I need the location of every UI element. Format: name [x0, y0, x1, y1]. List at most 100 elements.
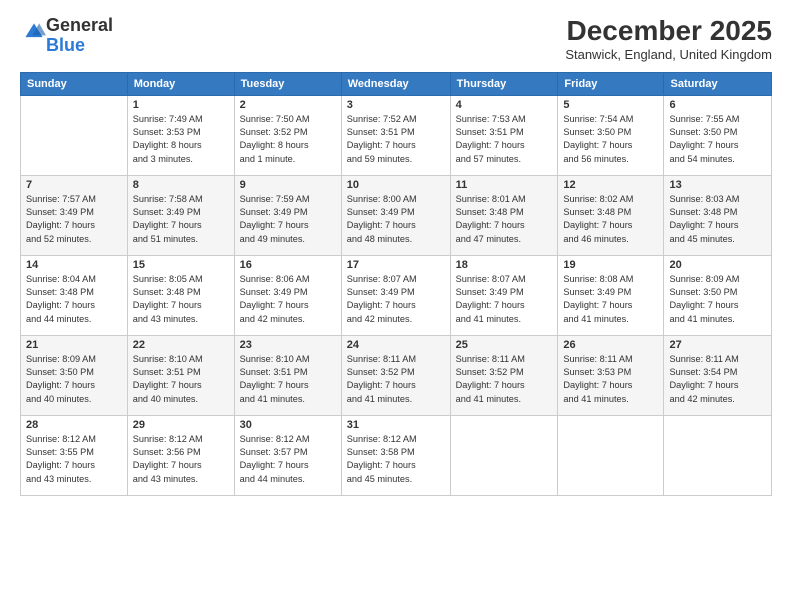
day-number: 13: [669, 179, 766, 191]
logo-icon: [22, 20, 46, 44]
day-info: Sunrise: 8:06 AMSunset: 3:49 PMDaylight:…: [240, 273, 336, 326]
calendar-cell: 5Sunrise: 7:54 AMSunset: 3:50 PMDaylight…: [558, 95, 664, 175]
calendar-cell: 16 Sunrise: 8:06 AMSunset: 3:49 PMDayligh…: [234, 255, 341, 335]
calendar-cell: 13 Sunrise: 8:03 AMSunset: 3:48 PMDayligh…: [664, 175, 772, 255]
day-number: 16: [240, 259, 336, 271]
day-number: 30: [240, 419, 336, 431]
col-monday: Monday: [127, 72, 234, 95]
day-number: 19: [563, 259, 658, 271]
day-info: Sunrise: 7:54 AMSunset: 3:50 PMDaylight:…: [563, 113, 658, 166]
day-number: 6: [669, 99, 766, 111]
day-info: Sunrise: 8:07 AMSunset: 3:49 PMDaylight:…: [456, 273, 553, 326]
calendar-header-row: Sunday Monday Tuesday Wednesday Thursday…: [21, 72, 772, 95]
calendar-cell: 8 Sunrise: 7:58 AMSunset: 3:49 PMDaylight…: [127, 175, 234, 255]
calendar-cell: 9 Sunrise: 7:59 AMSunset: 3:49 PMDaylight…: [234, 175, 341, 255]
day-info: Sunrise: 8:09 AMSunset: 3:50 PMDaylight:…: [26, 353, 122, 406]
day-info: Sunrise: 8:03 AMSunset: 3:48 PMDaylight:…: [669, 193, 766, 246]
calendar-cell: 12Sunrise: 8:02 AMSunset: 3:48 PMDayligh…: [558, 175, 664, 255]
day-number: 3: [347, 99, 445, 111]
day-number: 2: [240, 99, 336, 111]
col-saturday: Saturday: [664, 72, 772, 95]
day-info: Sunrise: 8:01 AMSunset: 3:48 PMDaylight:…: [456, 193, 553, 246]
day-number: 29: [133, 419, 229, 431]
col-friday: Friday: [558, 72, 664, 95]
day-info: Sunrise: 8:07 AMSunset: 3:49 PMDaylight:…: [347, 273, 445, 326]
day-info: Sunrise: 7:58 AMSunset: 3:49 PMDaylight:…: [133, 193, 229, 246]
day-number: 10: [347, 179, 445, 191]
day-number: 15: [133, 259, 229, 271]
location: Stanwick, England, United Kingdom: [565, 47, 772, 62]
calendar-cell: 26 Sunrise: 8:11 AMSunset: 3:53 PMDayligh…: [558, 335, 664, 415]
day-number: 8: [133, 179, 229, 191]
day-number: 22: [133, 339, 229, 351]
calendar-cell: 29 Sunrise: 8:12 AMSunset: 3:56 PMDayligh…: [127, 415, 234, 495]
calendar-week-row: 14Sunrise: 8:04 AMSunset: 3:48 PMDayligh…: [21, 255, 772, 335]
col-tuesday: Tuesday: [234, 72, 341, 95]
day-info: Sunrise: 8:05 AMSunset: 3:48 PMDaylight:…: [133, 273, 229, 326]
calendar-cell: [664, 415, 772, 495]
calendar-cell: 22 Sunrise: 8:10 AMSunset: 3:51 PMDayligh…: [127, 335, 234, 415]
day-info: Sunrise: 8:12 AMSunset: 3:56 PMDaylight:…: [133, 433, 229, 486]
calendar-cell: 20Sunrise: 8:09 AMSunset: 3:50 PMDayligh…: [664, 255, 772, 335]
day-info: Sunrise: 8:04 AMSunset: 3:48 PMDaylight:…: [26, 273, 122, 326]
calendar-cell: 1 Sunrise: 7:49 AMSunset: 3:53 PMDaylight…: [127, 95, 234, 175]
day-number: 27: [669, 339, 766, 351]
day-info: Sunrise: 8:10 AMSunset: 3:51 PMDaylight:…: [133, 353, 229, 406]
calendar-cell: 17 Sunrise: 8:07 AMSunset: 3:49 PMDayligh…: [341, 255, 450, 335]
calendar-week-row: 21 Sunrise: 8:09 AMSunset: 3:50 PMDayligh…: [21, 335, 772, 415]
day-info: Sunrise: 8:00 AMSunset: 3:49 PMDaylight:…: [347, 193, 445, 246]
day-info: Sunrise: 8:12 AMSunset: 3:58 PMDaylight:…: [347, 433, 445, 486]
day-number: 23: [240, 339, 336, 351]
calendar-cell: 10 Sunrise: 8:00 AMSunset: 3:49 PMDayligh…: [341, 175, 450, 255]
calendar-cell: 21 Sunrise: 8:09 AMSunset: 3:50 PMDayligh…: [21, 335, 128, 415]
calendar-cell: 24 Sunrise: 8:11 AMSunset: 3:52 PMDayligh…: [341, 335, 450, 415]
calendar-cell: 18 Sunrise: 8:07 AMSunset: 3:49 PMDayligh…: [450, 255, 558, 335]
title-block: December 2025 Stanwick, England, United …: [565, 16, 772, 62]
day-info: Sunrise: 8:09 AMSunset: 3:50 PMDaylight:…: [669, 273, 766, 326]
day-number: 28: [26, 419, 122, 431]
header: General Blue December 2025 Stanwick, Eng…: [20, 16, 772, 62]
day-number: 7: [26, 179, 122, 191]
day-info: Sunrise: 8:12 AMSunset: 3:55 PMDaylight:…: [26, 433, 122, 486]
day-number: 26: [563, 339, 658, 351]
logo-general: General: [46, 15, 113, 35]
col-wednesday: Wednesday: [341, 72, 450, 95]
day-number: 21: [26, 339, 122, 351]
logo: General Blue: [20, 16, 113, 56]
calendar-week-row: 1 Sunrise: 7:49 AMSunset: 3:53 PMDaylight…: [21, 95, 772, 175]
calendar-cell: 3 Sunrise: 7:52 AMSunset: 3:51 PMDaylight…: [341, 95, 450, 175]
day-info: Sunrise: 8:11 AMSunset: 3:54 PMDaylight:…: [669, 353, 766, 406]
day-number: 4: [456, 99, 553, 111]
calendar-cell: 11Sunrise: 8:01 AMSunset: 3:48 PMDayligh…: [450, 175, 558, 255]
calendar-cell: 7 Sunrise: 7:57 AMSunset: 3:49 PMDaylight…: [21, 175, 128, 255]
day-info: Sunrise: 7:59 AMSunset: 3:49 PMDaylight:…: [240, 193, 336, 246]
col-sunday: Sunday: [21, 72, 128, 95]
calendar-cell: 23 Sunrise: 8:10 AMSunset: 3:51 PMDayligh…: [234, 335, 341, 415]
day-info: Sunrise: 8:11 AMSunset: 3:53 PMDaylight:…: [563, 353, 658, 406]
day-number: 24: [347, 339, 445, 351]
calendar-cell: 6Sunrise: 7:55 AMSunset: 3:50 PMDaylight…: [664, 95, 772, 175]
calendar-cell: 27 Sunrise: 8:11 AMSunset: 3:54 PMDayligh…: [664, 335, 772, 415]
day-info: Sunrise: 7:53 AMSunset: 3:51 PMDaylight:…: [456, 113, 553, 166]
day-info: Sunrise: 7:49 AMSunset: 3:53 PMDaylight:…: [133, 113, 229, 166]
day-info: Sunrise: 7:57 AMSunset: 3:49 PMDaylight:…: [26, 193, 122, 246]
day-number: 1: [133, 99, 229, 111]
day-info: Sunrise: 7:52 AMSunset: 3:51 PMDaylight:…: [347, 113, 445, 166]
day-info: Sunrise: 8:11 AMSunset: 3:52 PMDaylight:…: [456, 353, 553, 406]
calendar-cell: [21, 95, 128, 175]
calendar-cell: 30 Sunrise: 8:12 AMSunset: 3:57 PMDayligh…: [234, 415, 341, 495]
calendar-week-row: 28 Sunrise: 8:12 AMSunset: 3:55 PMDayligh…: [21, 415, 772, 495]
day-info: Sunrise: 8:10 AMSunset: 3:51 PMDaylight:…: [240, 353, 336, 406]
day-info: Sunrise: 8:02 AMSunset: 3:48 PMDaylight:…: [563, 193, 658, 246]
calendar-cell: 2Sunrise: 7:50 AMSunset: 3:52 PMDaylight…: [234, 95, 341, 175]
calendar-cell: 15 Sunrise: 8:05 AMSunset: 3:48 PMDayligh…: [127, 255, 234, 335]
calendar-cell: 28 Sunrise: 8:12 AMSunset: 3:55 PMDayligh…: [21, 415, 128, 495]
day-number: 17: [347, 259, 445, 271]
calendar-cell: 14Sunrise: 8:04 AMSunset: 3:48 PMDayligh…: [21, 255, 128, 335]
day-info: Sunrise: 8:11 AMSunset: 3:52 PMDaylight:…: [347, 353, 445, 406]
day-info: Sunrise: 8:12 AMSunset: 3:57 PMDaylight:…: [240, 433, 336, 486]
col-thursday: Thursday: [450, 72, 558, 95]
day-number: 9: [240, 179, 336, 191]
day-number: 18: [456, 259, 553, 271]
day-info: Sunrise: 8:08 AMSunset: 3:49 PMDaylight:…: [563, 273, 658, 326]
